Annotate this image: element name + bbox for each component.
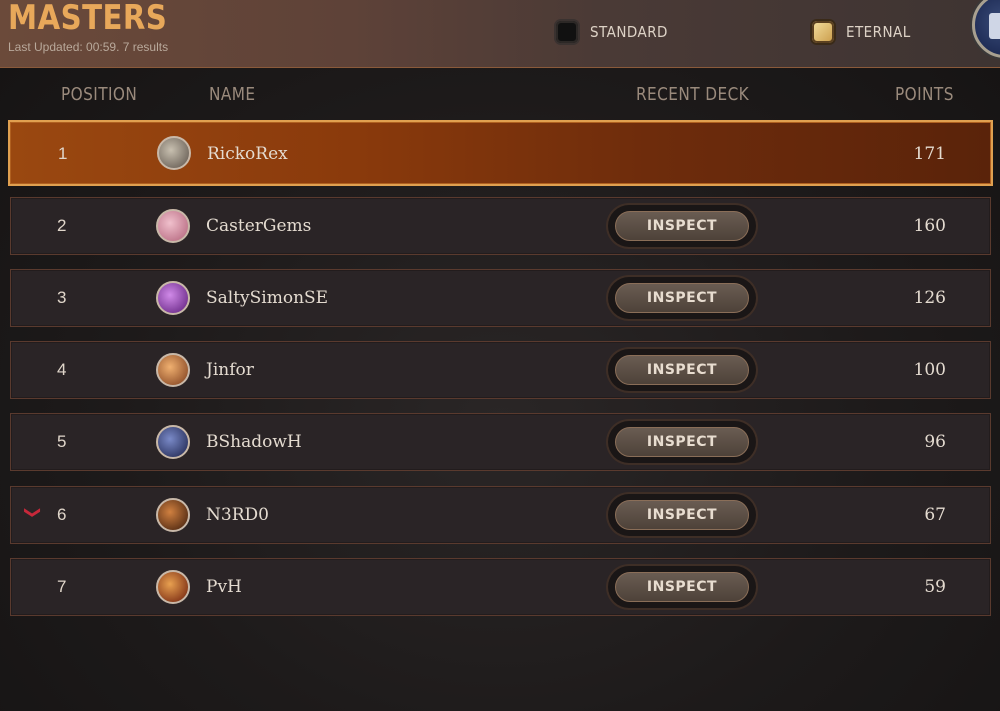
leaderboard-row-4: 4 Jinfor INSPECT 100 xyxy=(10,341,991,399)
inspect-label: INSPECT xyxy=(615,355,749,385)
leaderboard-row-3: 3 SaltySimonSE INSPECT 126 xyxy=(10,269,991,327)
page-title: MASTERS xyxy=(8,0,168,38)
inspect-label: INSPECT xyxy=(615,427,749,457)
inspect-button[interactable]: INSPECT xyxy=(608,349,756,391)
player-name: SaltySimonSE xyxy=(206,288,329,308)
inspect-label: INSPECT xyxy=(615,283,749,313)
player-name: RickoRex xyxy=(207,144,288,164)
leaderboard-row-5: 5 BShadowH INSPECT 96 xyxy=(10,413,991,471)
position-value: 7 xyxy=(57,577,67,596)
player-avatar xyxy=(156,570,190,604)
column-header-points: POINTS xyxy=(895,84,954,105)
inspect-label: INSPECT xyxy=(615,211,749,241)
points-value: 160 xyxy=(913,216,946,236)
inspect-button[interactable]: INSPECT xyxy=(608,277,756,319)
player-avatar xyxy=(156,209,190,243)
chevron-down-icon: ❯ xyxy=(24,505,44,520)
player-avatar xyxy=(156,281,190,315)
inspect-button[interactable]: INSPECT xyxy=(608,566,756,608)
card-icon xyxy=(989,13,1000,39)
standard-label: STANDARD xyxy=(590,23,668,41)
inspect-label: INSPECT xyxy=(615,572,749,602)
eternal-checkbox[interactable] xyxy=(812,21,834,43)
player-avatar xyxy=(156,353,190,387)
position-value: 6 xyxy=(57,505,67,524)
standard-checkbox[interactable] xyxy=(556,21,578,43)
position-value: 3 xyxy=(57,288,67,307)
inspect-button[interactable]: INSPECT xyxy=(608,205,756,247)
points-value: 100 xyxy=(913,360,946,380)
leaderboard-row-2: 2 CasterGems INSPECT 160 xyxy=(10,197,991,255)
standard-toggle[interactable]: STANDARD xyxy=(556,18,677,46)
header: MASTERS Last Updated: 00:59. 7 results S… xyxy=(0,0,1000,68)
inspect-label: INSPECT xyxy=(615,500,749,530)
eternal-toggle[interactable]: ETERNAL xyxy=(812,18,918,46)
column-header-recent-deck: RECENT DECK xyxy=(636,84,750,105)
position-value: 4 xyxy=(57,360,67,379)
points-value: 59 xyxy=(924,577,946,597)
leaderboard-row-7: 7 PvH INSPECT 59 xyxy=(10,558,991,616)
player-avatar xyxy=(157,136,191,170)
points-value: 96 xyxy=(924,432,946,452)
column-header-position: POSITION xyxy=(61,84,138,105)
points-value: 171 xyxy=(913,144,946,164)
player-avatar xyxy=(156,498,190,532)
inspect-button[interactable]: INSPECT xyxy=(608,494,756,536)
position-value: 2 xyxy=(57,216,67,235)
position-value: 1 xyxy=(58,144,68,163)
deck-library-button[interactable] xyxy=(972,0,1000,58)
leaderboard-row-1: 1 RickoRex 171 xyxy=(8,120,993,186)
player-name: N3RD0 xyxy=(206,505,269,525)
last-updated-text: Last Updated: 00:59. 7 results xyxy=(8,40,169,54)
player-name: CasterGems xyxy=(206,216,312,236)
player-name: Jinfor xyxy=(206,360,254,380)
points-value: 126 xyxy=(913,288,946,308)
column-header-name: NAME xyxy=(209,84,256,105)
player-name: PvH xyxy=(206,577,242,597)
leaderboard-row-6: ❯ 6 N3RD0 INSPECT 67 xyxy=(10,486,991,544)
inspect-button[interactable]: INSPECT xyxy=(608,421,756,463)
eternal-label: ETERNAL xyxy=(846,23,911,41)
player-name: BShadowH xyxy=(206,432,302,452)
position-value: 5 xyxy=(57,432,67,451)
player-avatar xyxy=(156,425,190,459)
points-value: 67 xyxy=(924,505,946,525)
